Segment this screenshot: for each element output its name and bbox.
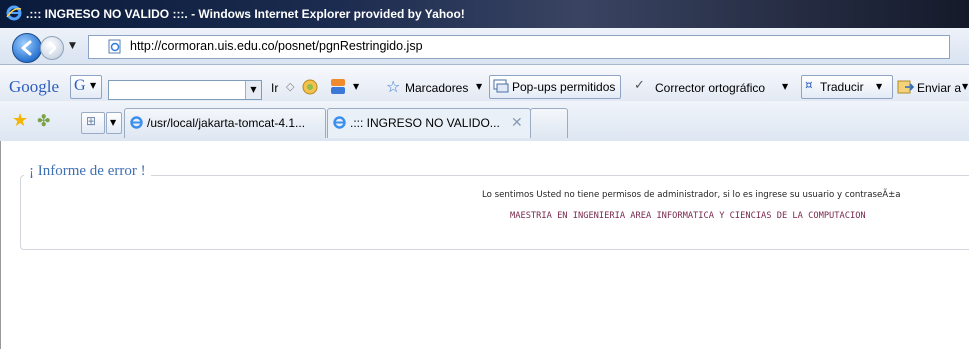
ie-logo-icon <box>6 5 22 21</box>
forward-arrow-icon <box>48 41 57 55</box>
tab-ingreso-no-valido[interactable]: .::: INGRESO NO VALIDO... ✕ <box>327 108 531 138</box>
spellcheck-icon: ✓ <box>634 78 645 93</box>
tab-tomcat[interactable]: /usr/local/jakarta-tomcat-4.1... <box>124 108 326 138</box>
page-icon <box>108 39 121 54</box>
translate-button[interactable]: ¤ Traducir ▼ <box>801 75 893 99</box>
star-icon: ☆ <box>386 77 401 96</box>
favorites-star-icon[interactable]: ★ <box>12 110 28 131</box>
window-titlebar: .::: INGRESO NO VALIDO :::. - Windows In… <box>0 0 969 28</box>
new-tab-button[interactable] <box>530 108 568 138</box>
chevron-down-icon[interactable]: ▼ <box>476 82 482 91</box>
quick-tabs-button[interactable]: ⊞ <box>81 112 105 134</box>
quick-tabs-icon: ⊞ <box>86 114 97 128</box>
error-report-legend: ¡ Informe de error ! <box>24 163 151 180</box>
spellcheck-button[interactable]: Corrector ortográfico <box>655 81 765 95</box>
add-favorites-icon[interactable]: ✤ <box>37 111 50 130</box>
translate-icon: ¤ <box>805 78 813 92</box>
back-button[interactable] <box>12 33 42 63</box>
search-dropdown-icon[interactable]: ▼ <box>245 81 261 99</box>
close-tab-icon[interactable]: ✕ <box>511 114 523 131</box>
address-bar[interactable]: http://cormoran.uis.edu.co/posnet/pgnRes… <box>88 35 950 59</box>
ie-page-icon <box>130 116 143 129</box>
chevron-down-icon[interactable]: ▼ <box>782 82 788 91</box>
forward-button[interactable] <box>40 36 64 60</box>
translate-label: Traducir <box>820 80 864 94</box>
send-icon <box>897 80 915 94</box>
tab-label: /usr/local/jakarta-tomcat-4.1... <box>147 116 306 130</box>
window-title: .::: INGRESO NO VALIDO :::. - Windows In… <box>26 7 465 21</box>
ie-page-icon <box>333 116 346 129</box>
chevron-down-icon: ▼ <box>876 82 883 91</box>
chevron-down-icon: ▼ <box>90 81 97 90</box>
url-text: http://cormoran.uis.edu.co/posnet/pgnRes… <box>130 39 423 53</box>
chevron-down-icon[interactable]: ▼ <box>962 82 968 91</box>
bookmarks-button[interactable]: Marcadores <box>405 81 468 95</box>
content-left-border <box>0 141 1 349</box>
chevron-down-icon[interactable]: ▼ <box>353 82 359 91</box>
go-arrow-icon: ◇ <box>286 80 295 93</box>
popups-label: Pop-ups permitidos <box>512 80 616 94</box>
google-logo[interactable]: Google <box>9 77 59 97</box>
chevron-down-icon: ▼ <box>110 118 117 127</box>
pagerank-icon[interactable] <box>301 78 319 96</box>
back-arrow-icon <box>21 40 32 56</box>
tab-label: .::: INGRESO NO VALIDO... <box>350 116 500 130</box>
google-menu-button[interactable]: G ▼ <box>70 75 102 99</box>
popups-button[interactable]: Pop-ups permitidos <box>489 75 621 99</box>
news-icon[interactable] <box>329 77 349 97</box>
send-to-button[interactable]: Enviar a <box>917 81 961 95</box>
tab-list-button[interactable]: ▼ <box>106 112 122 134</box>
history-dropdown-icon[interactable]: ▼ <box>69 41 76 51</box>
google-search-input[interactable]: ▼ <box>108 80 262 100</box>
error-message: Lo sentimos Usted no tiene permisos de a… <box>482 190 901 200</box>
program-name: MAESTRIA EN INGENIERIA AREA INFORMATICA … <box>510 211 866 221</box>
google-g-icon: G <box>74 77 86 94</box>
popup-icon <box>493 79 509 93</box>
go-button[interactable]: Ir <box>271 81 278 95</box>
